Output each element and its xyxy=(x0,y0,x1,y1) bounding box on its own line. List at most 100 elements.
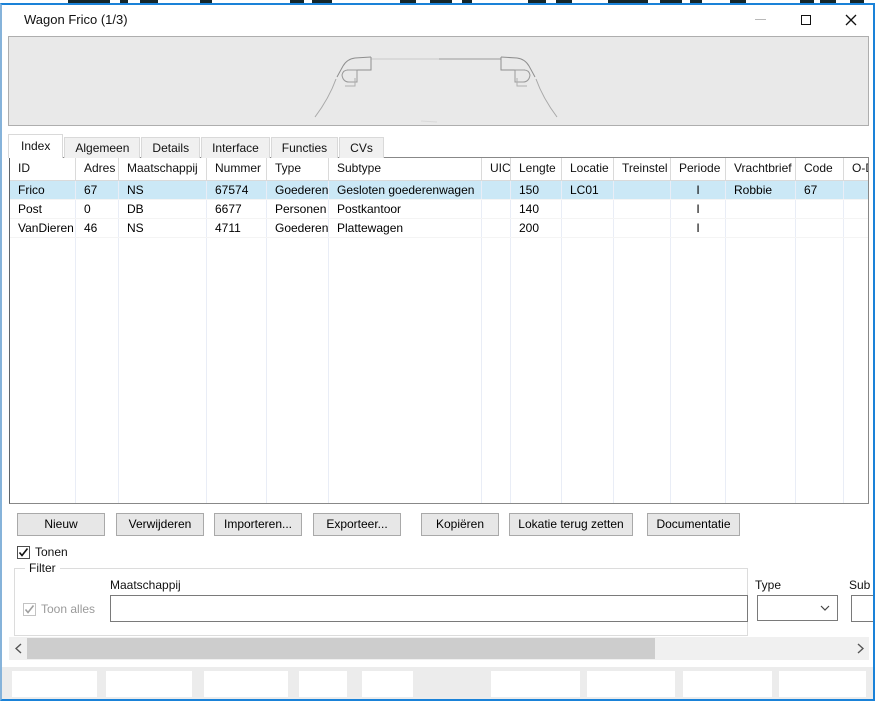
table-cell: NS xyxy=(119,219,207,237)
background-cell xyxy=(106,671,192,697)
close-icon xyxy=(845,14,857,26)
filter-group-label: Filter xyxy=(25,561,60,575)
table-cell: 6677 xyxy=(207,200,267,218)
table-gridline xyxy=(614,238,671,503)
table-cell: DB xyxy=(119,200,207,218)
wagon-drawing xyxy=(9,37,868,125)
column-header-treinstel[interactable]: Treinstel xyxy=(614,158,671,180)
table-empty-area xyxy=(10,238,868,503)
scrollbar-thumb[interactable] xyxy=(27,638,655,659)
tab-strip: IndexAlgemeenDetailsInterfaceFunctiesCVs xyxy=(8,134,385,158)
column-header-uic[interactable]: UIC xyxy=(482,158,511,180)
background-cell xyxy=(683,671,772,697)
table-cell xyxy=(614,181,671,199)
horizontal-scrollbar[interactable] xyxy=(9,637,869,660)
table-header: IDAdresMaatschappijNummerTypeSubtypeUICL… xyxy=(10,158,868,181)
table-gridline xyxy=(267,238,329,503)
table-body: Frico67NS67574GoederenGesloten goederenw… xyxy=(10,181,868,238)
table-cell xyxy=(726,219,796,237)
tab-algemeen[interactable]: Algemeen xyxy=(64,137,140,158)
title-bar: Wagon Frico (1/3) xyxy=(2,5,873,34)
column-header-periode[interactable]: Periode xyxy=(671,158,726,180)
table-cell: LC01 xyxy=(562,181,614,199)
column-header-nummer[interactable]: Nummer xyxy=(207,158,267,180)
table-gridline xyxy=(726,238,796,503)
table-cell: Gesloten goederenwagen xyxy=(329,181,482,199)
table-cell: 150 xyxy=(511,181,562,199)
table-row[interactable]: Frico67NS67574GoederenGesloten goederenw… xyxy=(10,181,868,200)
column-header-maatschappij[interactable]: Maatschappij xyxy=(119,158,207,180)
table-row[interactable]: Post0DB6677PersonenPostkantoor140I xyxy=(10,200,868,219)
maximize-button[interactable] xyxy=(783,5,828,34)
table-gridline xyxy=(844,238,869,503)
table-cell: NS xyxy=(119,181,207,199)
screen: Wagon Frico (1/3) xyxy=(0,0,878,703)
table-cell: 67 xyxy=(76,181,119,199)
window-title: Wagon Frico (1/3) xyxy=(24,5,128,34)
copy-button[interactable]: Kopiëren xyxy=(421,513,499,536)
table-cell: 46 xyxy=(76,219,119,237)
tab-functies[interactable]: Functies xyxy=(271,137,338,158)
new-button[interactable]: Nieuw xyxy=(17,513,105,536)
close-button[interactable] xyxy=(828,5,873,34)
import-button[interactable]: Importeren... xyxy=(214,513,302,536)
tonen-checkbox[interactable]: Tonen xyxy=(17,545,68,559)
table-gridline xyxy=(329,238,482,503)
column-header-subtype[interactable]: Subtype xyxy=(329,158,482,180)
table-gridline xyxy=(76,238,119,503)
tab-index[interactable]: Index xyxy=(8,134,63,158)
background-cell xyxy=(587,671,675,697)
column-header-id[interactable]: ID xyxy=(10,158,76,180)
background-cell xyxy=(491,671,580,697)
subtype-input[interactable] xyxy=(851,595,875,622)
table-cell: Plattewagen xyxy=(329,219,482,237)
table-cell: 67 xyxy=(796,181,844,199)
table-cell xyxy=(614,200,671,218)
column-header-adres[interactable]: Adres xyxy=(76,158,119,180)
table-cell: Post xyxy=(10,200,76,218)
wagon-table: IDAdresMaatschappijNummerTypeSubtypeUICL… xyxy=(9,157,869,504)
toon-alles-checkbox-box xyxy=(23,603,36,616)
tab-cvs[interactable]: CVs xyxy=(339,137,384,158)
table-gridline xyxy=(671,238,726,503)
tab-interface[interactable]: Interface xyxy=(201,137,270,158)
table-gridline xyxy=(482,238,511,503)
toon-alles-checkbox: Toon alles xyxy=(23,602,95,616)
table-gridline xyxy=(562,238,614,503)
documentation-button[interactable]: Documentatie xyxy=(647,513,740,536)
table-cell xyxy=(844,181,869,199)
table-cell xyxy=(614,219,671,237)
chevron-down-icon xyxy=(820,605,830,611)
maatschappij-input[interactable] xyxy=(110,595,748,622)
caption-buttons xyxy=(738,5,873,34)
table-cell: 67574 xyxy=(207,181,267,199)
column-header-lengte[interactable]: Lengte xyxy=(511,158,562,180)
column-header-type[interactable]: Type xyxy=(267,158,329,180)
column-header-vrachtbrief[interactable]: Vrachtbrief xyxy=(726,158,796,180)
tab-details[interactable]: Details xyxy=(141,137,200,158)
table-row[interactable]: VanDieren46NS4711GoederenPlattewagen200I xyxy=(10,219,868,238)
background-cell xyxy=(204,671,288,697)
reset-location-button[interactable]: Lokatie terug zetten xyxy=(509,513,633,536)
column-header-o-d[interactable]: O-D xyxy=(844,158,869,180)
check-icon xyxy=(24,604,35,615)
table-cell: Goederen xyxy=(267,219,329,237)
table-gridline xyxy=(511,238,562,503)
type-select[interactable] xyxy=(757,595,838,621)
delete-button[interactable]: Verwijderen xyxy=(116,513,204,536)
minimize-button[interactable] xyxy=(738,5,783,34)
table-cell: Goederen xyxy=(267,181,329,199)
tonen-label: Tonen xyxy=(35,545,68,559)
wagon-preview-panel xyxy=(8,36,869,126)
column-header-locatie[interactable]: Locatie xyxy=(562,158,614,180)
table-cell: 200 xyxy=(511,219,562,237)
toon-alles-label: Toon alles xyxy=(41,602,95,616)
chevron-left-icon xyxy=(15,643,22,654)
scroll-right-button[interactable] xyxy=(851,637,869,660)
background-cell xyxy=(12,671,97,697)
table-gridline xyxy=(10,238,76,503)
column-header-code[interactable]: Code xyxy=(796,158,844,180)
export-button[interactable]: Exporteer... xyxy=(313,513,401,536)
table-cell xyxy=(562,219,614,237)
scroll-left-button[interactable] xyxy=(9,637,27,660)
